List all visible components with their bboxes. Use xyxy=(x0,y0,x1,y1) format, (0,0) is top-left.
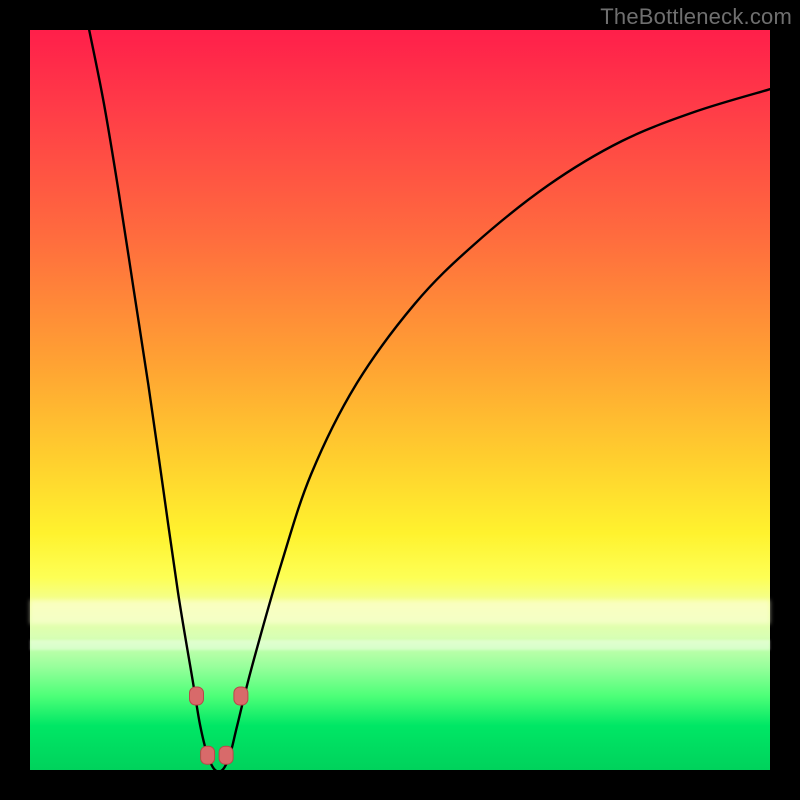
curve-markers xyxy=(190,687,248,764)
curve-layer xyxy=(30,30,770,770)
bottleneck-curve xyxy=(89,30,770,772)
watermark-text: TheBottleneck.com xyxy=(600,4,792,30)
curve-marker xyxy=(234,687,248,705)
curve-marker xyxy=(190,687,204,705)
curve-marker xyxy=(219,746,233,764)
chart-frame: TheBottleneck.com xyxy=(0,0,800,800)
curve-marker xyxy=(201,746,215,764)
